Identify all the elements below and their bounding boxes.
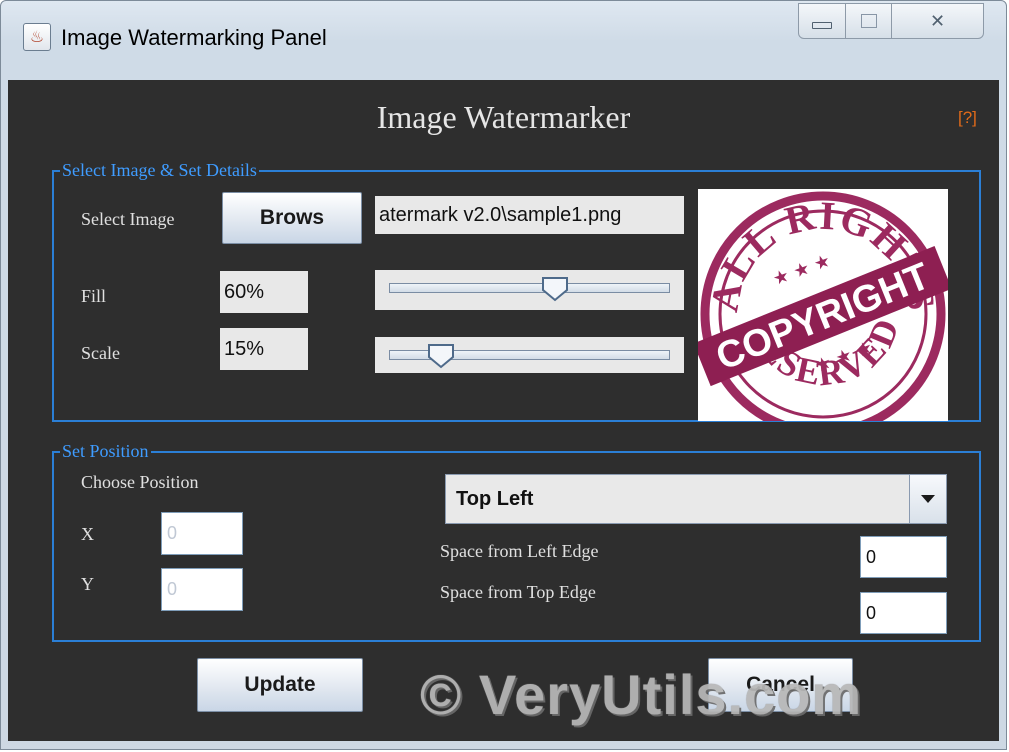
select-image-label: Select Image [81, 209, 175, 229]
page-title: Image Watermarker [376, 99, 631, 135]
stamp-stars-top: ★ ★ ★ [770, 250, 833, 290]
fill-value-field[interactable]: 60% [220, 271, 308, 313]
minimize-icon [812, 21, 832, 29]
scale-slider-thumb[interactable] [427, 343, 455, 369]
panel-body: Image Watermarker [?] Select Image & Set… [8, 80, 999, 741]
fill-slider[interactable] [375, 270, 684, 310]
top-edge-label: Space from Top Edge [440, 582, 596, 602]
window-controls: ✕ [798, 3, 984, 41]
left-edge-input[interactable]: 0 [860, 536, 947, 578]
site-watermark: © VeryUtils.com [420, 663, 863, 726]
update-button[interactable]: Update [197, 658, 363, 712]
watermark-preview: ALL RIGHTS RESERVED ★ ★ ★ ★ ★ ★ COPYRIGH… [698, 189, 948, 421]
fill-label: Fill [81, 286, 107, 306]
x-label: X [81, 524, 94, 544]
fill-slider-thumb[interactable] [541, 276, 569, 302]
dropdown-arrow-button[interactable] [909, 475, 946, 523]
details-legend: Select Image & Set Details [62, 160, 257, 180]
minimize-button[interactable] [798, 3, 846, 39]
y-label: Y [81, 574, 94, 594]
java-app-icon: ♨ [23, 23, 51, 51]
close-button[interactable]: ✕ [892, 3, 984, 39]
scale-label: Scale [81, 343, 120, 363]
close-icon: ✕ [929, 10, 946, 32]
chevron-down-icon [921, 495, 935, 503]
left-edge-label: Space from Left Edge [440, 541, 599, 561]
position-legend: Set Position [62, 441, 149, 461]
help-link[interactable]: [?] [958, 108, 977, 128]
top-edge-input[interactable]: 0 [860, 592, 947, 634]
title-bar[interactable]: ♨ Image Watermarking Panel ✕ [1, 1, 1006, 79]
x-input[interactable]: 0 [161, 512, 243, 555]
maximize-button[interactable] [846, 3, 892, 39]
choose-position-label: Choose Position [81, 472, 199, 492]
position-select[interactable]: Top Left [445, 474, 947, 524]
scale-value-field[interactable]: 15% [220, 328, 308, 370]
browse-button[interactable]: Brows [222, 192, 362, 244]
file-path-field[interactable]: atermark v2.0\sample1.png [375, 196, 684, 234]
app-window: ♨ Image Watermarking Panel ✕ Image Water… [0, 0, 1007, 750]
scale-slider[interactable] [375, 337, 684, 373]
window-title: Image Watermarking Panel [61, 25, 327, 50]
copyright-stamp-image: ALL RIGHTS RESERVED ★ ★ ★ ★ ★ ★ COPYRIGH… [698, 191, 948, 421]
fill-slider-track [389, 283, 670, 293]
position-select-value: Top Left [456, 488, 534, 510]
maximize-icon [860, 14, 877, 28]
y-input[interactable]: 0 [161, 568, 243, 611]
